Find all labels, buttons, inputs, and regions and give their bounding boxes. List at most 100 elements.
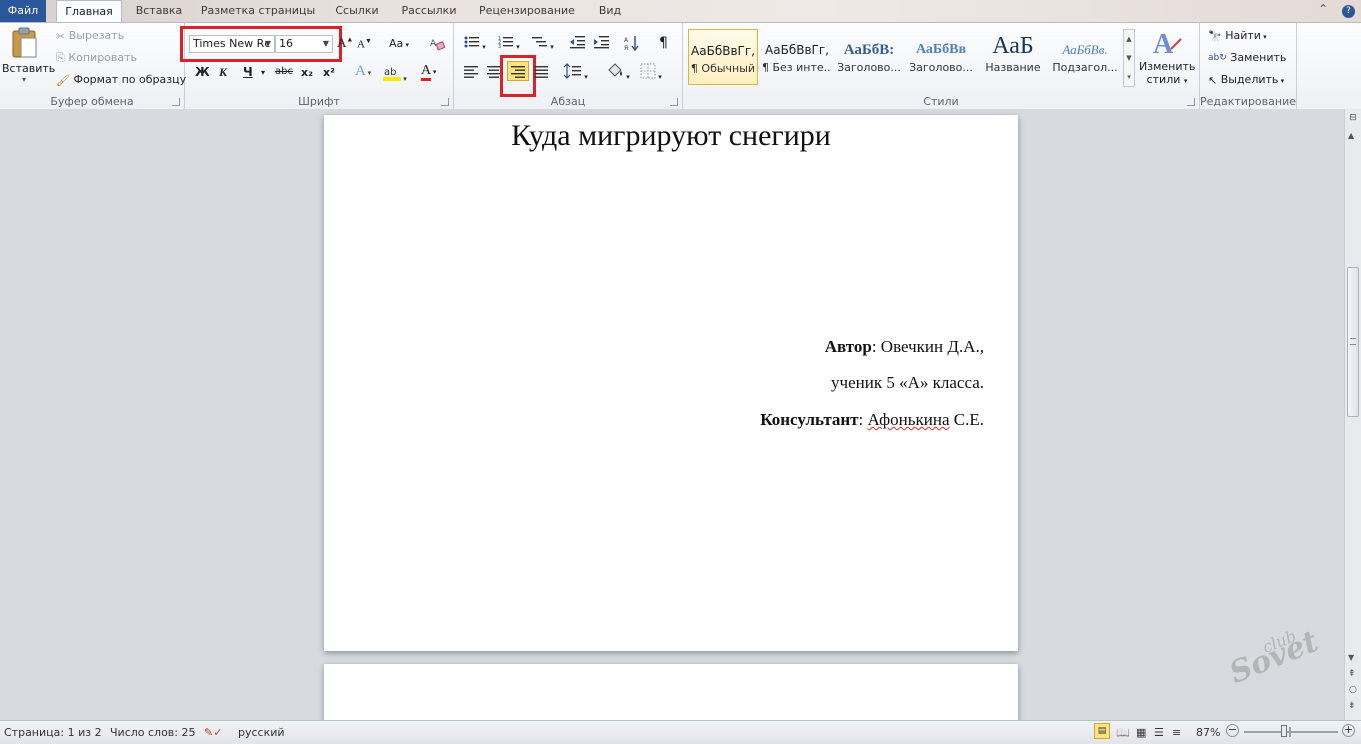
- paste-dropdown-icon[interactable]: ▾: [2, 75, 46, 84]
- replace-button[interactable]: ab↻ Заменить: [1208, 51, 1286, 64]
- zoom-in-icon[interactable]: +: [1342, 724, 1355, 737]
- italic-button[interactable]: К: [219, 65, 227, 80]
- grow-font-icon: A: [337, 35, 347, 50]
- word-count[interactable]: Число слов: 25: [110, 726, 196, 739]
- style-heading-1-sample: АаБбВ:: [843, 42, 895, 58]
- help-icon[interactable]: ?: [1342, 5, 1355, 18]
- tab-references[interactable]: Ссылки: [328, 0, 386, 22]
- shading-button[interactable]: ▾: [606, 63, 630, 82]
- copy-button[interactable]: ⎘ Копировать: [56, 51, 137, 65]
- document-title[interactable]: Куда мигрируют снегири: [324, 119, 1018, 153]
- page-count[interactable]: Страница: 1 из 2: [4, 726, 102, 739]
- tab-mailings[interactable]: Рассылки: [394, 0, 464, 22]
- decrease-indent-button[interactable]: [570, 35, 586, 52]
- clipboard-launcher-icon[interactable]: [172, 98, 180, 106]
- scroll-up-icon[interactable]: ▲: [1348, 131, 1354, 140]
- cut-label: Вырезать: [68, 29, 125, 42]
- sort-button[interactable]: AЯ: [624, 35, 640, 54]
- zoom-slider-thumb[interactable]: [1281, 725, 1287, 737]
- zoom-slider-center-tick: [1289, 727, 1291, 737]
- style-no-spacing[interactable]: АаБбВвГг, ¶ Без инте...: [762, 29, 832, 85]
- tab-insert[interactable]: Вставка: [128, 0, 190, 22]
- style-heading-2[interactable]: АаБбВв Заголово...: [906, 29, 976, 85]
- change-styles-label: Изменить: [1139, 60, 1196, 73]
- superscript-button[interactable]: x²: [323, 66, 335, 79]
- underline-dropdown-icon[interactable]: ▾: [261, 68, 265, 77]
- styles-launcher-icon[interactable]: [1187, 98, 1195, 106]
- bold-button[interactable]: Ж: [195, 65, 210, 79]
- prev-page-icon[interactable]: ⇞: [1348, 669, 1356, 679]
- paste-label: Вставить: [2, 62, 56, 75]
- ruler-toggle-icon[interactable]: ⊟: [1347, 113, 1359, 127]
- document-page-2[interactable]: [324, 664, 1018, 720]
- tab-view[interactable]: Вид: [590, 0, 630, 22]
- document-area[interactable]: Куда мигрируют снегири Автор: Овечкин Д.…: [0, 109, 1344, 720]
- full-screen-reading-icon[interactable]: 📖: [1116, 726, 1130, 739]
- tab-review[interactable]: Рецензирование: [472, 0, 582, 22]
- draft-view-icon[interactable]: ≡: [1172, 726, 1181, 739]
- next-page-icon[interactable]: ⇟: [1348, 701, 1356, 711]
- paste-button[interactable]: Вставить ▾: [2, 27, 56, 89]
- numbering-button[interactable]: 123 ▾: [498, 35, 520, 52]
- outline-view-icon[interactable]: ☰: [1154, 726, 1164, 739]
- increase-indent-button[interactable]: [594, 35, 610, 52]
- justify-button[interactable]: [534, 65, 549, 81]
- tab-home[interactable]: Главная: [56, 0, 122, 22]
- zoom-level[interactable]: 87%: [1196, 726, 1220, 739]
- change-styles-button[interactable]: A Изменить стили ▾: [1139, 27, 1195, 91]
- font-color-button[interactable]: A ▾: [421, 63, 436, 81]
- clear-formatting-button[interactable]: A: [429, 35, 446, 54]
- zoom-slider-track[interactable]: [1244, 725, 1338, 737]
- author-line[interactable]: Автор: Овечкин Д.А.,: [825, 337, 984, 357]
- proofing-icon[interactable]: ✎✓: [204, 726, 222, 739]
- tab-page-layout[interactable]: Разметка страницы: [196, 0, 320, 22]
- select-button[interactable]: ↖ Выделить ▾: [1208, 73, 1284, 87]
- style-normal-sample: АаБбВвГг,: [691, 44, 755, 58]
- style-normal[interactable]: АаБбВвГг, ¶ Обычный: [688, 29, 758, 85]
- student-line[interactable]: ученик 5 «А» класса.: [831, 373, 984, 393]
- borders-button[interactable]: ▾: [640, 63, 662, 82]
- bullets-button[interactable]: ▾: [464, 35, 486, 52]
- print-layout-view-icon[interactable]: ▤: [1094, 723, 1110, 739]
- window-controls: ⌃ ?: [1308, 2, 1355, 18]
- underline-button[interactable]: Ч: [243, 65, 253, 79]
- find-button[interactable]: 🔭 Найти ▾: [1208, 29, 1267, 43]
- increase-indent-icon: [594, 36, 609, 49]
- style-no-spacing-sample: АаБбВвГг,: [765, 43, 829, 57]
- styles-more-icon[interactable]: ▾: [1124, 68, 1134, 87]
- zoom-out-icon[interactable]: −: [1226, 724, 1239, 737]
- tab-file[interactable]: Файл: [0, 0, 46, 22]
- document-page[interactable]: Куда мигрируют снегири Автор: Овечкин Д.…: [324, 115, 1018, 651]
- format-painter-button[interactable]: 🖌 Формат по образцу: [56, 73, 186, 87]
- minimize-ribbon-icon[interactable]: ⌃: [1318, 2, 1328, 16]
- line-spacing-button[interactable]: ▾: [563, 63, 588, 82]
- browse-object-icon[interactable]: ○: [1349, 685, 1357, 695]
- styles-scroll-up-icon[interactable]: ▲: [1124, 30, 1134, 49]
- style-title[interactable]: АаБ Название: [978, 29, 1048, 85]
- highlight-button[interactable]: ab ▾: [383, 65, 407, 84]
- web-layout-icon[interactable]: ▦: [1136, 726, 1146, 739]
- shrink-font-button[interactable]: A▼: [357, 37, 372, 51]
- styles-scroll-down-icon[interactable]: ▼: [1124, 49, 1134, 68]
- binoculars-icon: 🔭: [1208, 29, 1222, 43]
- vertical-scrollbar[interactable]: ⊟ ▲ ▼ ⇞ ○ ⇟: [1344, 109, 1361, 720]
- scroll-thumb[interactable]: [1347, 267, 1359, 417]
- strikethrough-button[interactable]: abc: [275, 66, 293, 77]
- language-indicator[interactable]: русский: [238, 726, 285, 739]
- show-formatting-button[interactable]: ¶: [659, 35, 668, 51]
- copy-label: Копировать: [68, 51, 138, 64]
- consultant-line[interactable]: Консультант: Афонькина С.Е.: [760, 410, 984, 430]
- style-heading-1[interactable]: АаБбВ: Заголово...: [834, 29, 904, 85]
- change-case-button[interactable]: Aa ▾: [389, 37, 409, 50]
- align-left-button[interactable]: [464, 65, 479, 81]
- text-effects-button[interactable]: A ▾: [355, 63, 371, 80]
- subscript-button[interactable]: x₂: [301, 66, 313, 79]
- font-launcher-icon[interactable]: [441, 98, 449, 106]
- cut-button[interactable]: ✂ Вырезать: [56, 29, 124, 43]
- grow-font-button[interactable]: A▲: [337, 35, 353, 51]
- multilevel-list-button[interactable]: ▾: [532, 35, 554, 52]
- paragraph-launcher-icon[interactable]: [670, 98, 678, 106]
- style-subtitle[interactable]: АаБбВв. Подзагол...: [1050, 29, 1120, 85]
- styles-gallery-scroll[interactable]: ▲ ▼ ▾: [1123, 29, 1135, 87]
- scroll-down-icon[interactable]: ▼: [1348, 653, 1354, 662]
